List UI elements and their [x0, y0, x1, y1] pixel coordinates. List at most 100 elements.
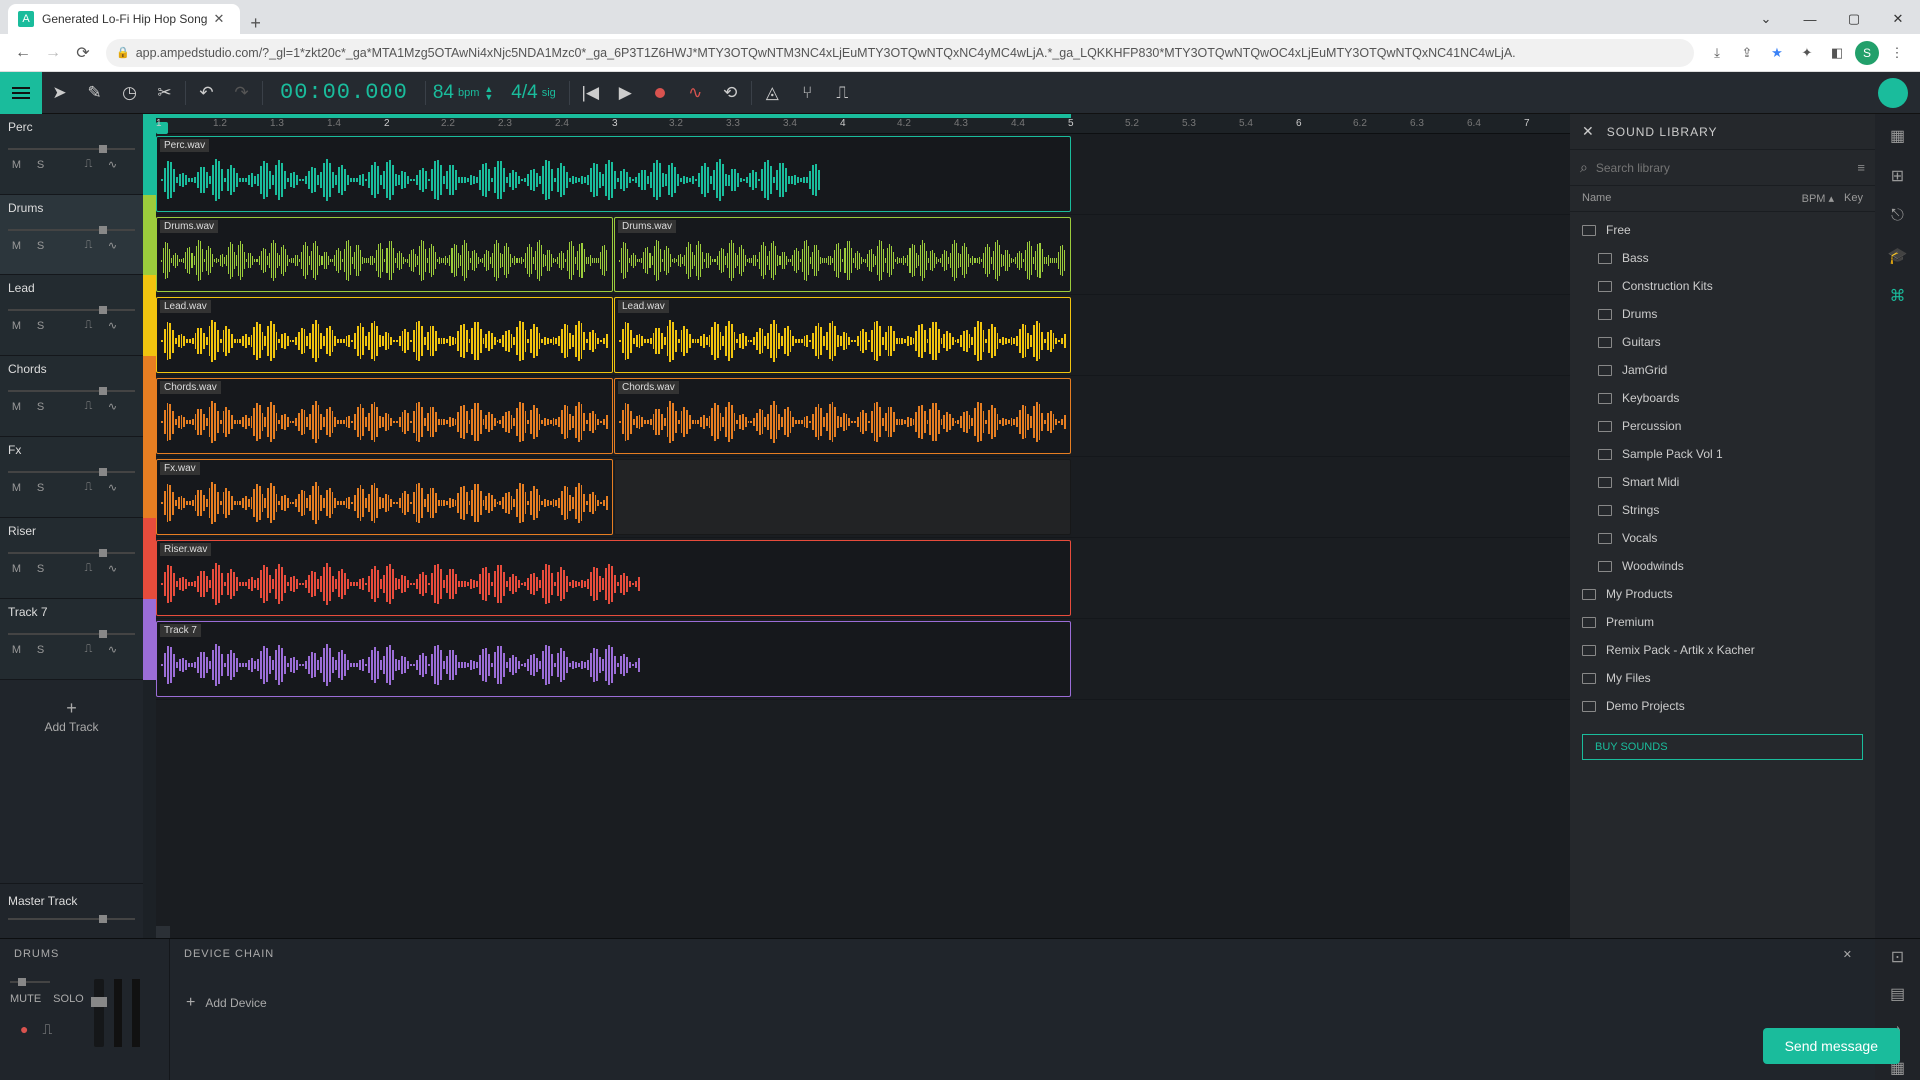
track-header[interactable]: DrumsMS⎍∿	[0, 195, 143, 275]
library-search-input[interactable]	[1596, 161, 1858, 175]
bookmark-icon[interactable]: ★	[1762, 38, 1792, 68]
ai-panel-icon[interactable]: ⌘	[1886, 284, 1910, 308]
library-folder[interactable]: Premium	[1570, 608, 1875, 636]
solo-button[interactable]: SOLO	[53, 993, 84, 1005]
automation-icon[interactable]: ∿	[104, 400, 121, 413]
mute-button[interactable]: M	[8, 401, 25, 413]
track-volume-slider[interactable]	[8, 146, 135, 152]
track-header[interactable]: Track 7MS⎍∿	[0, 599, 143, 680]
editor-icon-2[interactable]: ▤	[1886, 982, 1910, 1005]
column-key[interactable]: Key	[1844, 192, 1863, 205]
track-header[interactable]: LeadMS⎍∿	[0, 275, 143, 356]
timeline[interactable]: 11.21.31.422.22.32.433.23.33.444.24.34.4…	[156, 114, 1570, 938]
master-track[interactable]: Master Track	[0, 883, 143, 938]
track-fx-icon[interactable]: ⎍	[80, 481, 97, 494]
add-track-button[interactable]: +Add Track	[0, 680, 143, 752]
automation-icon[interactable]: ∿	[104, 562, 121, 575]
track-color-strip[interactable]	[143, 114, 156, 195]
url-input[interactable]: 🔒 app.ampedstudio.com/?_gl=1*zkt20c*_ga*…	[106, 39, 1694, 67]
column-name[interactable]: Name	[1582, 192, 1802, 205]
pencil-tool[interactable]: ✎	[77, 72, 112, 114]
track-color-strip[interactable]	[143, 356, 156, 437]
filter-icon[interactable]: ≡	[1857, 160, 1865, 175]
library-folder[interactable]: Woodwinds	[1570, 552, 1875, 580]
track-fx-icon[interactable]: ⎍	[80, 562, 97, 575]
main-menu-button[interactable]	[0, 72, 42, 114]
library-folder[interactable]: Free	[1570, 216, 1875, 244]
track-header[interactable]: PercMS⎍∿	[0, 114, 143, 195]
audio-clip[interactable]: Riser.wav	[156, 540, 1071, 616]
cut-tool[interactable]: ✂	[147, 72, 182, 114]
audio-clip[interactable]: Track 7	[156, 621, 1071, 697]
skip-start-button[interactable]: |◀	[573, 72, 608, 114]
user-avatar[interactable]	[1878, 78, 1908, 108]
maximize-button[interactable]: ▢	[1832, 4, 1876, 34]
track-volume-slider[interactable]	[8, 550, 135, 556]
mute-button[interactable]: M	[8, 159, 25, 171]
solo-button[interactable]: S	[32, 401, 49, 413]
track-color-strip[interactable]	[143, 437, 156, 518]
audio-clip[interactable]: Fx.wav	[156, 459, 613, 535]
add-device-button[interactable]: + Add Device	[170, 969, 1875, 1037]
redo-button[interactable]: ↷	[224, 72, 259, 114]
track-lane[interactable]: Chords.wavChords.wav	[156, 376, 1570, 457]
chevron-down-icon[interactable]: ⌄	[1744, 4, 1788, 34]
back-button[interactable]: ←	[8, 38, 38, 68]
audio-clip[interactable]: Drums.wav	[614, 217, 1071, 292]
metronome-icon[interactable]: ◬	[755, 72, 790, 114]
automation-icon[interactable]: ∿	[104, 481, 121, 494]
track-lane[interactable]: Riser.wav	[156, 538, 1570, 619]
tuning-fork-icon[interactable]: ⑂	[790, 72, 825, 114]
browser-tab[interactable]: A Generated Lo-Fi Hip Hop Song ✕	[8, 4, 240, 34]
track-color-strip[interactable]	[143, 518, 156, 599]
install-app-icon[interactable]: ⤓	[1702, 38, 1732, 68]
track-color-strip[interactable]	[143, 195, 156, 275]
mute-button[interactable]: MUTE	[10, 993, 41, 1005]
time-signature[interactable]: 4/4	[493, 82, 541, 104]
browser-menu-icon[interactable]: ⋮	[1882, 38, 1912, 68]
library-folder[interactable]: Percussion	[1570, 412, 1875, 440]
solo-button[interactable]: S	[32, 644, 49, 656]
solo-button[interactable]: S	[32, 482, 49, 494]
pointer-tool[interactable]: ➤	[42, 72, 77, 114]
audio-clip[interactable]: Drums.wav	[156, 217, 613, 292]
audio-clip[interactable]: Perc.wav	[156, 136, 1071, 212]
close-library-button[interactable]: ✕	[1582, 123, 1595, 140]
audio-clip[interactable]: Chords.wav	[156, 378, 613, 454]
track-volume-slider[interactable]	[8, 631, 135, 637]
mute-button[interactable]: M	[8, 482, 25, 494]
grid-icon[interactable]: ⊞	[1886, 164, 1910, 188]
share-icon[interactable]: ⇪	[1732, 38, 1762, 68]
audio-clip[interactable]: Lead.wav	[614, 297, 1071, 373]
track-header[interactable]: RiserMS⎍∿	[0, 518, 143, 599]
solo-button[interactable]: S	[32, 563, 49, 575]
time-tool[interactable]: ◷	[112, 72, 147, 114]
library-folder[interactable]: Sample Pack Vol 1	[1570, 440, 1875, 468]
record-button[interactable]	[643, 72, 678, 114]
mute-button[interactable]: M	[8, 563, 25, 575]
reload-button[interactable]: ⟳	[68, 38, 98, 68]
library-folder[interactable]: Vocals	[1570, 524, 1875, 552]
solo-button[interactable]: S	[32, 159, 49, 171]
track-lane[interactable]: Track 7	[156, 619, 1570, 700]
education-icon[interactable]: 🎓	[1886, 244, 1910, 268]
track-fx-icon[interactable]: ⎍	[80, 158, 97, 171]
mixer-icon[interactable]: ⎍	[825, 72, 860, 114]
automation-icon[interactable]: ∿	[104, 239, 121, 252]
timeline-ruler[interactable]: 11.21.31.422.22.32.433.23.33.444.24.34.4…	[156, 114, 1570, 134]
automation-icon[interactable]: ∿	[104, 158, 121, 171]
bpm-display[interactable]: 84	[429, 82, 458, 104]
new-tab-button[interactable]: +	[240, 13, 271, 34]
track-fx-icon[interactable]: ⎍	[80, 319, 97, 332]
audio-clip[interactable]	[614, 459, 1071, 535]
library-folder[interactable]: My Products	[1570, 580, 1875, 608]
editor-icon-1[interactable]: ⊡	[1886, 945, 1910, 968]
library-folder[interactable]: My Files	[1570, 664, 1875, 692]
library-folder[interactable]: Construction Kits	[1570, 272, 1875, 300]
volume-fader[interactable]	[94, 979, 104, 1047]
bpm-stepper[interactable]: ▲▼	[484, 85, 493, 101]
extensions-icon[interactable]: ✦	[1792, 38, 1822, 68]
mute-button[interactable]: M	[8, 320, 25, 332]
solo-button[interactable]: S	[32, 240, 49, 252]
column-bpm[interactable]: BPM ▴	[1802, 192, 1834, 205]
